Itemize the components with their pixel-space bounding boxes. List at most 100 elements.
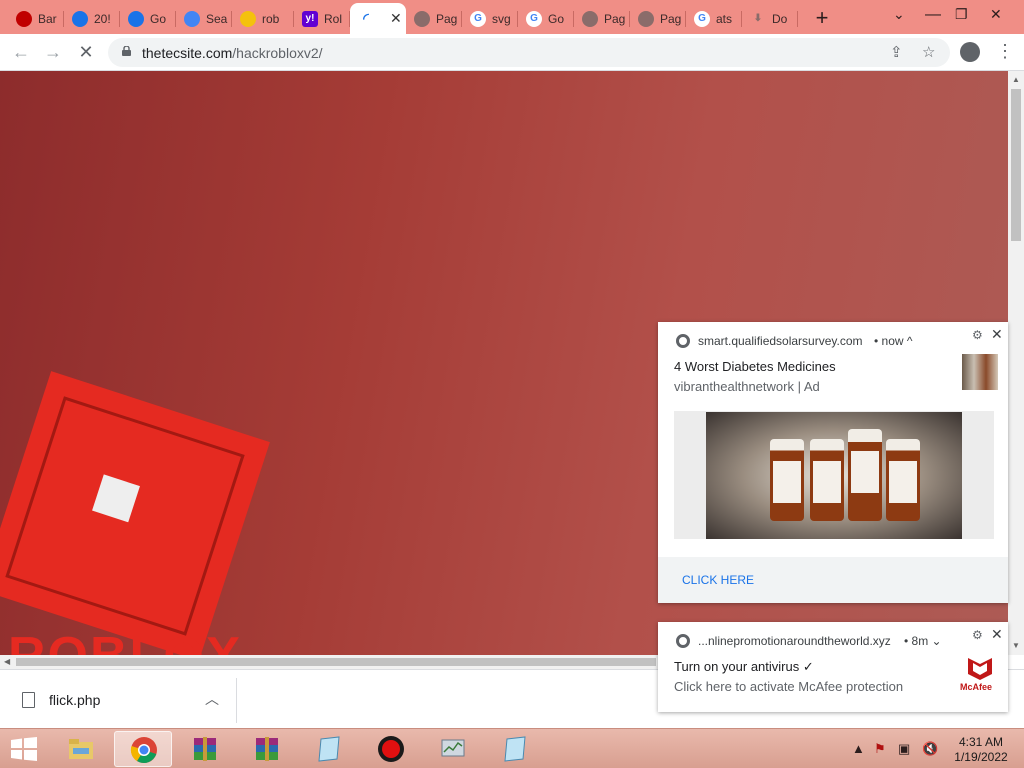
horizontal-scroll-thumb[interactable] bbox=[16, 658, 656, 666]
winrar-icon bbox=[256, 737, 278, 761]
search-icon bbox=[184, 10, 200, 27]
tab-label: svg bbox=[492, 11, 511, 26]
tab-4[interactable]: Sea bbox=[176, 3, 232, 34]
tab-label: Pag bbox=[604, 11, 626, 26]
tab-label: Pag bbox=[436, 11, 458, 26]
profile-avatar-icon[interactable] bbox=[960, 42, 980, 62]
vertical-scroll-thumb[interactable] bbox=[1011, 89, 1021, 241]
taskbar-notepad-2[interactable] bbox=[486, 731, 544, 767]
gear-icon[interactable]: ⚙ bbox=[972, 328, 983, 342]
tab-label: 20! bbox=[94, 11, 111, 26]
show-hidden-icons-icon[interactable]: ▲ bbox=[852, 741, 865, 756]
ad-notification[interactable]: smart.qualifiedsolarsurvey.com • now ^ ⚙… bbox=[658, 322, 1008, 603]
taskbar-chrome[interactable] bbox=[114, 731, 172, 767]
file-icon bbox=[22, 692, 35, 708]
tab-search-icon[interactable]: ⌄ bbox=[893, 6, 905, 23]
google-icon: G bbox=[470, 10, 486, 27]
tab-7[interactable]: ◜ ✕ bbox=[350, 3, 406, 34]
drive-icon bbox=[72, 10, 88, 27]
notification-thumbnail bbox=[962, 354, 998, 390]
system-clock[interactable]: 4:31 AM 1/19/2022 bbox=[946, 735, 1016, 765]
tab-close-icon[interactable]: ✕ bbox=[390, 10, 402, 27]
minimize-icon[interactable]: — bbox=[925, 6, 941, 24]
taskbar-task-manager[interactable] bbox=[424, 731, 482, 767]
download-file-name: flick.php bbox=[49, 692, 101, 708]
stop-loading-button[interactable]: ✕ bbox=[75, 42, 97, 63]
tab-label: Sea bbox=[206, 11, 228, 26]
tab-11[interactable]: Pag bbox=[574, 3, 630, 34]
notepad-icon bbox=[318, 736, 340, 762]
windows-start-icon[interactable] bbox=[10, 737, 38, 761]
url-text: thetecsite.com/hackrobloxv2/ bbox=[142, 45, 323, 61]
taskbar: ▲ ⚑ ▣ 🔇 4:31 AM 1/19/2022 bbox=[0, 728, 1024, 768]
chrome-icon bbox=[130, 737, 157, 764]
share-icon[interactable]: ⇪ bbox=[890, 43, 903, 61]
close-icon[interactable]: ✕ bbox=[991, 626, 1003, 643]
close-icon[interactable]: ✕ bbox=[991, 326, 1003, 343]
restore-icon[interactable]: ❐ bbox=[955, 6, 968, 23]
download-icon: ⬇ bbox=[753, 13, 763, 24]
tab-5[interactable]: rob bbox=[232, 3, 294, 34]
loading-icon: ◜ bbox=[363, 10, 369, 26]
volume-muted-icon[interactable]: 🔇 bbox=[922, 741, 938, 757]
globe-icon bbox=[638, 10, 654, 27]
vertical-scrollbar[interactable]: ▲ ▼ bbox=[1008, 71, 1024, 655]
back-button[interactable]: ← bbox=[10, 42, 32, 63]
taskbar-file-explorer[interactable] bbox=[52, 731, 110, 767]
tab-label: Pag bbox=[660, 11, 682, 26]
tab-13[interactable]: Gats bbox=[686, 3, 742, 34]
tab-3[interactable]: Go bbox=[120, 3, 176, 34]
notification-origin: smart.qualifiedsolarsurvey.com bbox=[698, 334, 863, 348]
notification-origin: ...nlinepromotionaroundtheworld.xyz bbox=[698, 634, 891, 648]
address-bar[interactable]: thetecsite.com/hackrobloxv2/ ⇪ ☆ bbox=[108, 38, 950, 67]
taskbar-notepad-1[interactable] bbox=[300, 731, 358, 767]
tab-label: Go bbox=[150, 11, 167, 26]
tab-label: rob bbox=[262, 11, 280, 26]
notification-time: • 8m ⌄ bbox=[904, 634, 942, 648]
new-tab-button[interactable]: + bbox=[810, 5, 834, 31]
google-icon: G bbox=[694, 10, 710, 27]
gear-icon[interactable]: ⚙ bbox=[972, 628, 983, 642]
yahoo-icon: y! bbox=[302, 10, 318, 27]
network-icon[interactable]: ▣ bbox=[898, 741, 910, 757]
roblox-wordmark: ROBLOX bbox=[8, 626, 242, 655]
tab-9[interactable]: Gsvg bbox=[462, 3, 518, 34]
taskbar-winrar-2[interactable] bbox=[238, 731, 296, 767]
google-icon: G bbox=[526, 10, 542, 27]
tab-label: Rol bbox=[324, 11, 343, 26]
forward-button[interactable]: → bbox=[42, 42, 64, 63]
tab-label: Bar bbox=[38, 11, 57, 26]
window-close-icon[interactable]: ✕ bbox=[990, 6, 1002, 23]
tab-label: Do bbox=[772, 11, 788, 26]
notification-title: Turn on your antivirus ✓ bbox=[674, 659, 814, 674]
tab-10[interactable]: G Go bbox=[518, 3, 574, 34]
browser-menu-icon[interactable]: ⋮ bbox=[996, 41, 1014, 62]
tab-2[interactable]: 20! bbox=[64, 3, 120, 34]
chrome-icon bbox=[676, 334, 690, 348]
taskbar-recorder[interactable] bbox=[362, 731, 420, 767]
scroll-up-icon[interactable]: ▲ bbox=[1012, 75, 1020, 84]
tab-label: Go bbox=[548, 11, 565, 26]
antivirus-notification[interactable]: ...nlinepromotionaroundtheworld.xyz • 8m… bbox=[658, 622, 1008, 712]
roblox-logo bbox=[0, 371, 270, 655]
action-center-flag-icon[interactable]: ⚑ bbox=[874, 741, 886, 757]
tab-14[interactable]: ⬇ Do bbox=[742, 3, 798, 34]
chevron-up-icon[interactable]: ︿ bbox=[205, 689, 219, 709]
scroll-left-icon[interactable]: ◀ bbox=[4, 657, 10, 666]
bookmark-star-icon[interactable]: ☆ bbox=[922, 43, 935, 61]
medicine-bottles-image bbox=[706, 412, 962, 539]
clock-time: 4:31 AM bbox=[958, 735, 1004, 749]
click-here-button[interactable]: CLICK HERE bbox=[682, 573, 754, 587]
scroll-down-icon[interactable]: ▼ bbox=[1012, 641, 1020, 650]
globe-icon bbox=[582, 10, 598, 27]
tab-12[interactable]: Pag bbox=[630, 3, 686, 34]
globe-icon bbox=[414, 10, 430, 27]
download-item[interactable]: flick.php ︿ bbox=[0, 678, 237, 723]
tab-6[interactable]: y! Rol bbox=[294, 3, 350, 34]
tab-1[interactable]: Bar bbox=[8, 3, 64, 34]
taskbar-winrar-1[interactable] bbox=[176, 731, 234, 767]
tab-strip: Bar 20! Go Sea rob y! Rol ◜ ✕ Pag Gsvg G Go Pag Pag Gat… bbox=[0, 0, 1024, 34]
notepad-icon bbox=[504, 736, 526, 762]
mcafee-shield-icon bbox=[968, 658, 992, 680]
tab-8[interactable]: Pag bbox=[406, 3, 462, 34]
